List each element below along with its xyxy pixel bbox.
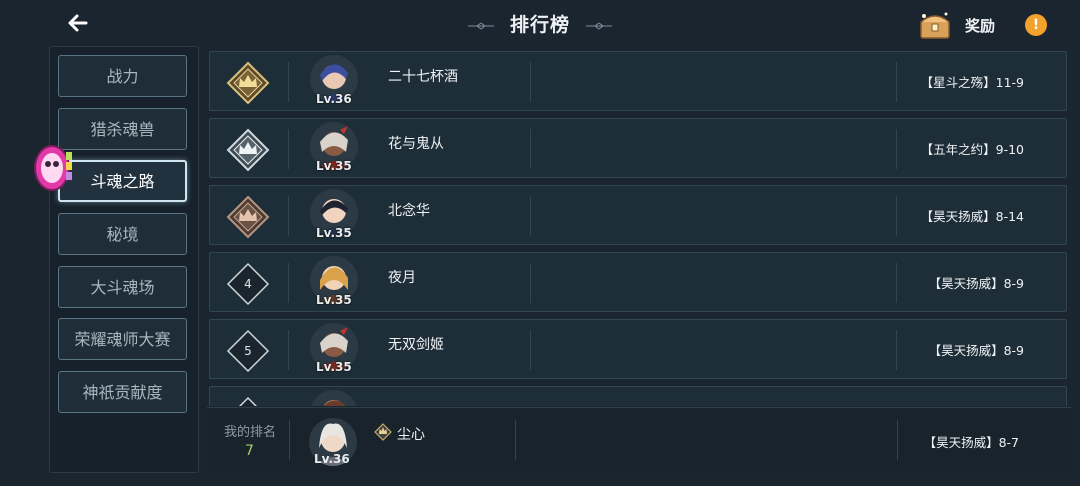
diamond-frame-icon [238, 396, 258, 406]
sidebar-item-secret-realm[interactable]: 秘境 [58, 213, 187, 255]
rank-number-badge: 4 [226, 262, 270, 306]
player-name: 北念华 [388, 203, 430, 219]
title-right-ornament-icon [586, 22, 612, 30]
player-name: 夜月 [388, 270, 416, 286]
table-row[interactable] [209, 386, 1067, 406]
sidebar-item-grand-arena[interactable]: 大斗魂场 [58, 266, 187, 308]
column-divider [896, 62, 897, 102]
crest-icon [374, 423, 392, 441]
reward-label: 奖励 [965, 17, 996, 35]
column-divider [896, 129, 897, 169]
table-row[interactable]: Lv.36 二十七杯酒 【星斗之殇】11-9 [209, 51, 1067, 111]
silver-crown-rank-icon [226, 128, 270, 172]
my-rank-panel: 我的排名 7 Lv.36 尘心 【昊天扬威】8-7 [207, 407, 1071, 472]
gold-crown-rank-icon [226, 61, 270, 105]
column-divider [289, 420, 290, 460]
player-level: Lv.36 [316, 92, 352, 106]
player-level: Lv.35 [316, 293, 352, 307]
stage-progress: 【五年之约】9-10 [920, 142, 1024, 157]
column-divider [530, 62, 531, 102]
reward-button[interactable]: 奖励 [916, 6, 1006, 42]
table-row[interactable]: Lv.35 北念华 【昊天扬威】8-14 [209, 185, 1067, 245]
page-title-area: 排行榜 [460, 10, 620, 40]
title-left-ornament-icon [468, 22, 494, 30]
column-divider [896, 330, 897, 370]
stage-progress: 【昊天扬威】8-9 [928, 343, 1024, 358]
column-divider [896, 196, 897, 236]
stage-progress: 【昊天扬威】8-14 [920, 209, 1024, 224]
page-title: 排行榜 [509, 14, 570, 36]
top-bar: 排行榜 奖励 ! [0, 0, 1080, 48]
column-divider [288, 62, 289, 102]
column-divider [530, 129, 531, 169]
column-divider [288, 263, 289, 303]
column-divider [288, 129, 289, 169]
column-divider [530, 263, 531, 303]
stage-progress: 【昊天扬威】8-9 [928, 276, 1024, 291]
sidebar-item-power[interactable]: 战力 [58, 55, 187, 97]
column-divider [530, 196, 531, 236]
player-name: 二十七杯酒 [388, 69, 458, 85]
column-divider [897, 420, 898, 460]
column-divider [288, 196, 289, 236]
ranking-list[interactable]: Lv.36 二十七杯酒 【星斗之殇】11-9 Lv.35 花与鬼从 【五年之约】… [207, 48, 1071, 406]
column-divider [896, 263, 897, 303]
info-button[interactable]: ! [1025, 14, 1047, 36]
my-rank-number: 7 [245, 443, 254, 459]
column-divider [288, 330, 289, 370]
my-rank-label: 我的排名 [224, 425, 277, 440]
player-level: Lv.35 [316, 159, 352, 173]
my-level: Lv.36 [314, 452, 350, 466]
player-name: 花与鬼从 [388, 136, 444, 152]
column-divider [530, 330, 531, 370]
rank-number-badge: 5 [226, 329, 270, 373]
table-row[interactable]: 5 Lv.35 无双剑姬 【昊天扬威】8-9 [209, 319, 1067, 379]
back-arrow-icon [68, 14, 88, 32]
player-level: Lv.35 [316, 360, 352, 374]
treasure-chest-icon [920, 12, 950, 39]
player-name: 无双剑姬 [388, 337, 444, 353]
category-sidebar: 战力 猎杀魂兽 斗魂之路 秘境 大斗魂场 荣耀魂师大赛 神祇贡献度 [49, 46, 199, 473]
table-row[interactable]: Lv.35 花与鬼从 【五年之约】9-10 [209, 118, 1067, 178]
player-avatar[interactable] [310, 390, 358, 406]
table-row[interactable]: 4 Lv.35 夜月 【昊天扬威】8-9 [209, 252, 1067, 312]
bronze-crown-rank-icon [226, 195, 270, 239]
sidebar-item-glory-tournament[interactable]: 荣耀魂师大赛 [58, 318, 187, 360]
back-button[interactable] [62, 6, 98, 40]
stage-progress: 【星斗之殇】11-9 [920, 75, 1024, 90]
player-level: Lv.35 [316, 226, 352, 240]
mascot-icon[interactable] [32, 138, 78, 198]
my-stage-progress: 【昊天扬威】8-7 [923, 435, 1019, 450]
rank-number: 5 [244, 344, 252, 358]
my-name: 尘心 [397, 427, 425, 443]
rank-number: 4 [244, 277, 252, 291]
sidebar-item-deity-contribution[interactable]: 神祇贡献度 [58, 371, 187, 413]
column-divider [515, 420, 516, 460]
